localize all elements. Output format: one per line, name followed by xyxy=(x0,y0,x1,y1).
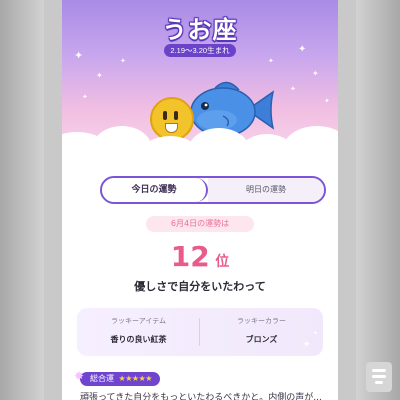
fortune-message: 優しさで自分をいたわって xyxy=(134,280,266,293)
lucky-item: ラッキーアイテム 香りの良い紅茶 xyxy=(77,308,200,356)
lucky-color: ラッキーカラー ブロンズ xyxy=(200,308,323,356)
overall-fortune-badge: ✸ 総合運 ★★★★★ xyxy=(74,369,160,386)
horoscope-card: ✦ ✦ ✦ ✦ ✦ ✦ ✦ ✦ ✦ うお座 2.19～3.20生まれ 今日の運勢… xyxy=(62,0,338,400)
rank-unit: 位 xyxy=(215,254,230,270)
rank-display: 12 位 xyxy=(62,240,338,273)
star-icon: ✦ xyxy=(312,69,319,78)
sun-character-icon xyxy=(150,97,194,141)
lucky-color-value: ブロンズ xyxy=(245,335,278,344)
lucky-item-value: 香りの良い紅茶 xyxy=(110,335,167,344)
star-icon: ✦ xyxy=(268,57,274,65)
star-icon: ✦ xyxy=(120,57,126,65)
tab-today[interactable]: 今日の運勢 xyxy=(102,178,208,202)
lucky-item-label: ラッキーアイテム xyxy=(110,317,167,325)
star-icon: ✦ xyxy=(298,44,307,55)
tab-tomorrow[interactable]: 明日の運勢 xyxy=(208,178,324,202)
star-icon: ✦ xyxy=(324,97,330,105)
star-icon: ✦ xyxy=(74,49,84,62)
burst-icon: ✸ xyxy=(74,369,85,383)
date-heading: 6月4日の運勢は xyxy=(146,216,254,232)
fortune-tabs: 今日の運勢 明日の運勢 xyxy=(100,176,326,204)
rating-stars: ★★★★★ xyxy=(118,374,153,383)
right-shadow xyxy=(356,0,400,400)
star-icon: ✦ xyxy=(96,71,103,80)
overall-text: 頑張ってきた自分をもっといたわるべきかと。内側の声が... xyxy=(80,393,322,400)
lucky-box: ✦ ✦ ラッキーアイテム 香りの良い紅茶 ラッキーカラー ブロンズ xyxy=(77,308,323,356)
star-icon: ✦ xyxy=(290,85,296,93)
sign-title: うお座 xyxy=(162,16,238,44)
rank-number: 12 xyxy=(170,240,210,273)
watermark-logo-icon xyxy=(366,362,392,392)
lucky-color-label: ラッキーカラー xyxy=(237,317,286,325)
overall-label: 総合運 xyxy=(90,374,114,383)
hero-banner: ✦ ✦ ✦ ✦ ✦ ✦ ✦ ✦ ✦ うお座 2.19～3.20生まれ xyxy=(62,0,338,176)
sign-dates: 2.19～3.20生まれ xyxy=(164,44,236,57)
left-shadow xyxy=(0,0,44,400)
star-icon: ✦ xyxy=(82,93,88,101)
